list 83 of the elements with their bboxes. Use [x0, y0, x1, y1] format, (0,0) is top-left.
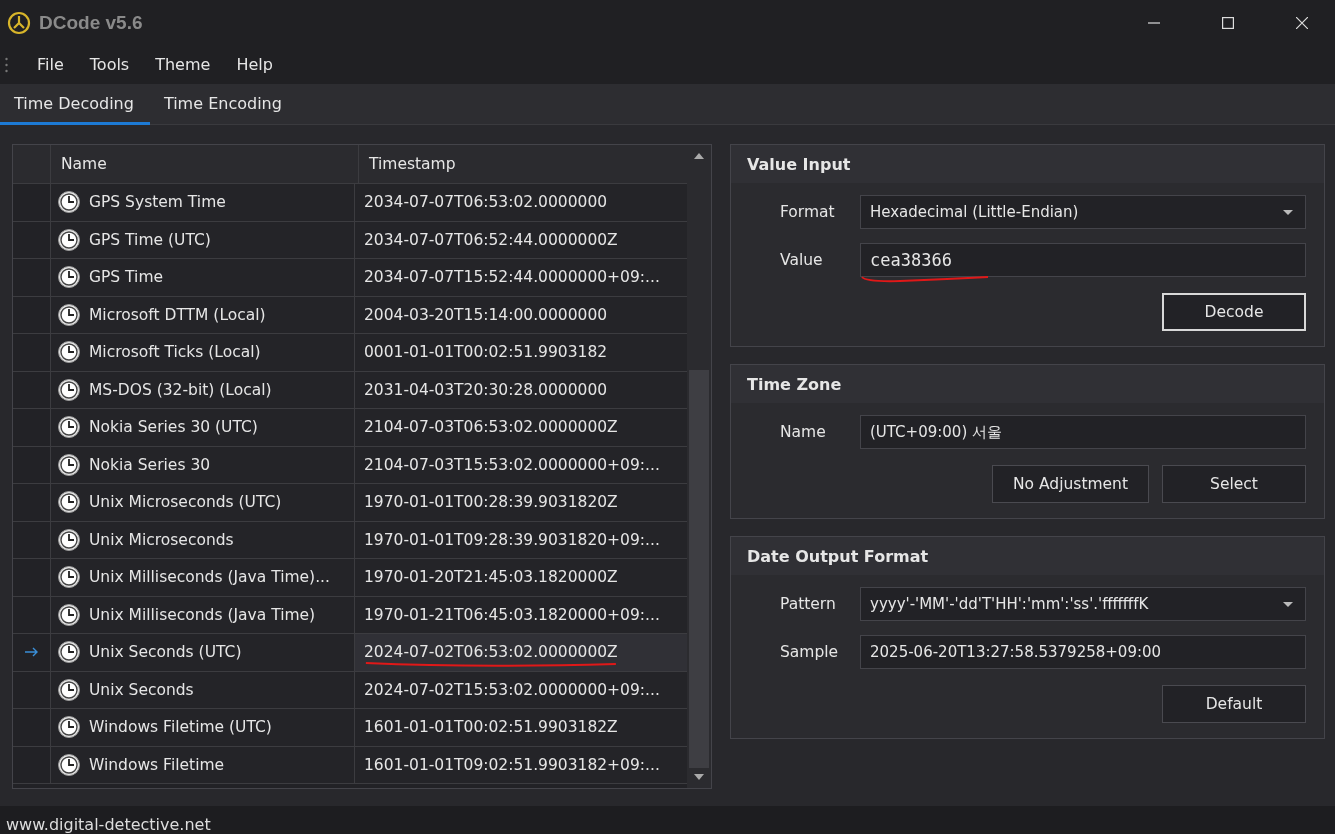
- table-cell: 1601-01-01T09:02:51.9903182+09:...: [364, 755, 660, 774]
- clock-icon: [57, 527, 81, 552]
- value-input-field[interactable]: cea38366: [860, 243, 1306, 277]
- table-cell: GPS System Time: [89, 193, 226, 212]
- clock-icon: [57, 452, 81, 477]
- status-bar: www.digital-detective.net: [0, 806, 1335, 834]
- maximize-icon[interactable]: [1222, 16, 1234, 29]
- clock-icon: [57, 377, 81, 402]
- table-cell: 1970-01-21T06:45:03.1820000+09:...: [364, 605, 660, 624]
- field-label: Pattern: [779, 595, 837, 613]
- tab[interactable]: Time Encoding: [149, 84, 298, 125]
- default-button[interactable]: Default: [1162, 685, 1306, 723]
- table-cell: Unix Milliseconds (Java Time)...: [89, 568, 330, 587]
- clock-icon: [57, 265, 81, 290]
- grip-icon: [5, 56, 8, 73]
- table-cell: 2004-03-20T15:14:00.0000000: [364, 305, 608, 324]
- table-cell: 2034-07-07T06:53:02.0000000: [364, 193, 608, 212]
- table-cell: 1970-01-20T21:45:03.1820000Z: [364, 568, 618, 587]
- clock-icon: [57, 340, 81, 365]
- table-cell: Unix Milliseconds (Java Time): [89, 605, 316, 624]
- time-zone-button[interactable]: Select: [1162, 465, 1306, 503]
- table-cell: 1970-01-01T09:28:39.9031820+09:...: [364, 530, 660, 549]
- tab[interactable]: Time Decoding: [0, 84, 150, 125]
- table-cell: 2024-07-02T15:53:02.0000000+09:...: [364, 680, 660, 699]
- clock-icon: [57, 490, 81, 515]
- table-cell: Nokia Series 30 (UTC): [89, 418, 258, 437]
- field-label: Name: [779, 423, 827, 441]
- table-cell: GPS Time (UTC): [89, 230, 211, 249]
- clock-icon: [57, 677, 81, 702]
- table-cell: Windows Filetime (UTC): [89, 718, 272, 737]
- pattern-dropdown[interactable]: yyyy'-'MM'-'dd'T'HH':'mm':'ss'.'fffffffK: [860, 587, 1306, 621]
- clock-icon: [57, 415, 81, 440]
- clock-icon: [57, 715, 81, 740]
- scroll-up-icon[interactable]: [694, 153, 704, 159]
- field-label: Sample: [779, 643, 840, 661]
- time-zone-button[interactable]: No Adjustment: [992, 465, 1149, 503]
- table-cell: 2104-07-03T06:53:02.0000000Z: [364, 418, 618, 437]
- table-cell: Unix Seconds: [89, 680, 194, 699]
- table-cell: Windows Filetime: [89, 755, 225, 774]
- format-dropdown[interactable]: Hexadecimal (Little-Endian): [860, 195, 1306, 229]
- menu-item[interactable]: File: [24, 55, 77, 74]
- table-cell: Unix Microseconds (UTC): [89, 493, 282, 512]
- table-cell: MS-DOS (32-bit) (Local): [89, 380, 272, 399]
- clock-icon: [57, 640, 81, 665]
- sample-field: 2025-06-20T13:27:58.5379258+09:00: [860, 635, 1306, 669]
- table-cell: 2034-07-07T06:52:44.0000000Z: [364, 230, 618, 249]
- table-cell: Nokia Series 30: [89, 455, 211, 474]
- clock-icon: [57, 602, 81, 627]
- scroll-down-icon[interactable]: [694, 774, 704, 780]
- table-cell: 2031-04-03T20:30:28.0000000: [364, 380, 608, 399]
- table-cell: 2034-07-07T15:52:44.0000000+09:...: [364, 268, 660, 287]
- close-icon[interactable]: [1296, 16, 1308, 29]
- dropdown-caret-icon: [1283, 601, 1293, 607]
- clock-icon: [57, 302, 81, 327]
- scrollbar[interactable]: [687, 145, 711, 788]
- clock-icon: [57, 190, 81, 215]
- field-label: Value: [779, 251, 824, 269]
- table-cell: GPS Time: [89, 268, 164, 287]
- table-cell: 1601-01-01T00:02:51.9903182Z: [364, 718, 618, 737]
- panel-title: Date Output Format: [731, 537, 1324, 575]
- arrow-icon: [24, 647, 39, 658]
- table-cell: Unix Microseconds: [89, 530, 234, 549]
- table-cell: Microsoft Ticks (Local): [89, 343, 261, 362]
- app-logo-icon: [7, 10, 31, 35]
- clock-icon: [57, 227, 81, 252]
- panel-title: Value Input: [731, 145, 1324, 183]
- menu-item[interactable]: Help: [223, 55, 286, 74]
- table-cell: Microsoft DTTM (Local): [89, 305, 266, 324]
- time-zone-field[interactable]: (UTC+09:00) 서울: [860, 415, 1306, 449]
- menu-item[interactable]: Theme: [142, 55, 224, 74]
- window-title: DCode v5.6: [39, 11, 143, 34]
- table-cell: Unix Seconds (UTC): [89, 643, 242, 662]
- field-label: Format: [779, 203, 836, 221]
- clock-icon: [57, 565, 81, 590]
- table-cell: 0001-01-01T00:02:51.9903182: [364, 343, 608, 362]
- clock-icon: [57, 752, 81, 777]
- table-cell: 1970-01-01T00:28:39.9031820Z: [364, 493, 618, 512]
- panel-title: Time Zone: [731, 365, 1324, 403]
- table-cell: 2104-07-03T15:53:02.0000000+09:...: [364, 455, 660, 474]
- dropdown-caret-icon: [1283, 209, 1293, 215]
- menu-item[interactable]: Tools: [76, 55, 143, 74]
- table-cell: 2024-07-02T06:53:02.0000000Z: [364, 643, 618, 662]
- decode-button[interactable]: Decode: [1162, 293, 1306, 331]
